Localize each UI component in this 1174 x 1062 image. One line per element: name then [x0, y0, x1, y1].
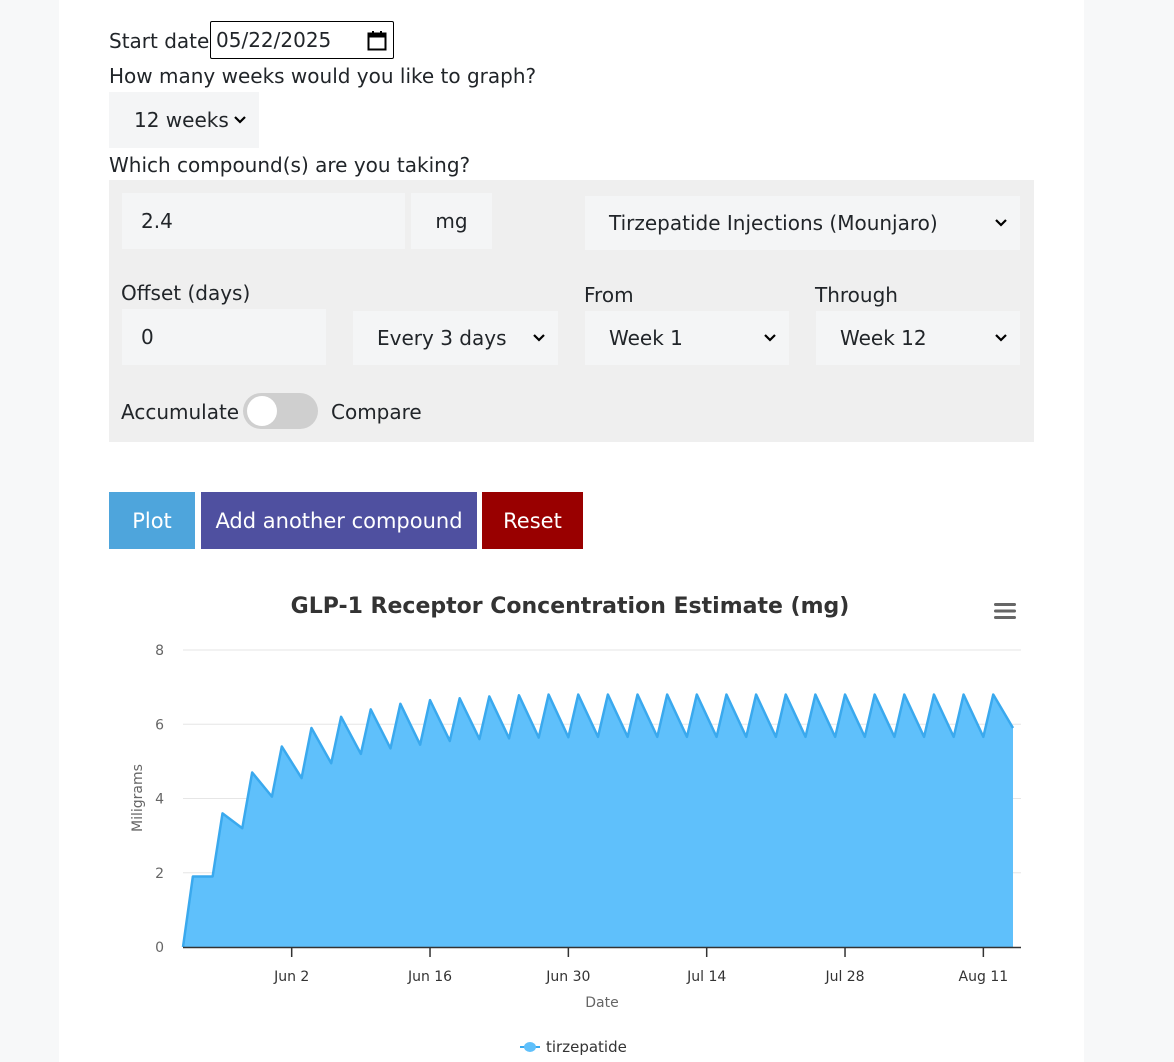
x-axis-title: Date: [585, 995, 618, 1011]
y-tick-label: 2: [155, 866, 164, 882]
legend-label: tirzepatide: [546, 1038, 627, 1056]
x-tick-label: Jun 16: [407, 969, 452, 985]
x-tick-label: Jun 2: [273, 969, 309, 985]
y-axis-title: Miligrams: [130, 764, 146, 832]
y-tick-label: 8: [155, 643, 164, 659]
y-tick-label: 0: [155, 940, 164, 956]
y-tick-label: 4: [155, 792, 164, 808]
legend-symbol-icon: [520, 1042, 540, 1052]
x-tick-label: Jul 28: [824, 969, 864, 985]
chart-menu-icon[interactable]: [990, 597, 1020, 625]
y-tick-label: 6: [155, 717, 164, 733]
x-tick-label: Jun 30: [545, 969, 590, 985]
chart: 0 2 4 6 8 Jun 2 Jun 16 Jun 30 Jul 14 Jul 28 Aug 11…: [130, 643, 1021, 1011]
chart-legend[interactable]: tirzepatide: [520, 1038, 627, 1056]
x-tick-label: Aug 11: [959, 969, 1009, 985]
x-tick-label: Jul 14: [686, 969, 726, 985]
chart-title: GLP-1 Receptor Concentration Estimate (m…: [290, 594, 850, 619]
